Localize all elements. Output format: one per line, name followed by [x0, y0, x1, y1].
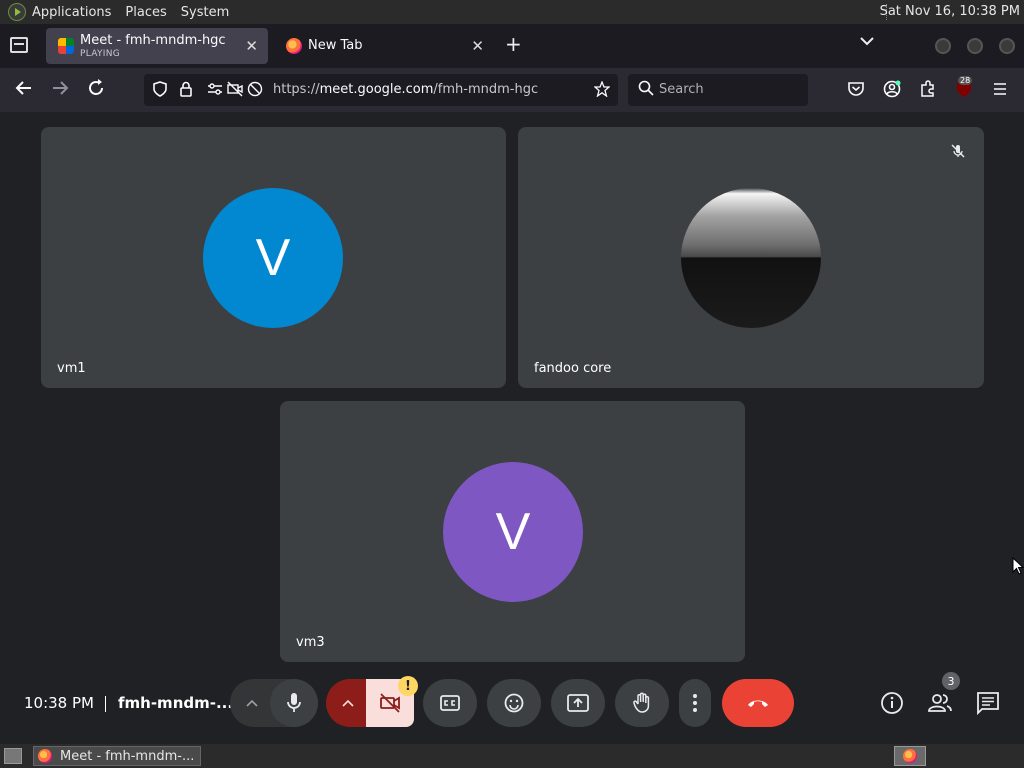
- taskbar-window-title: Meet - fmh-mndm-...: [60, 748, 195, 764]
- microphone-blocked-icon[interactable]: [247, 81, 263, 97]
- tracking-protection-shield-icon[interactable]: [152, 81, 168, 97]
- permissions-icon[interactable]: [207, 81, 223, 97]
- meeting-details-info-icon[interactable]: [879, 690, 905, 716]
- close-tab-icon[interactable]: ✕: [471, 37, 484, 55]
- hang-up-phone-icon: [748, 700, 768, 707]
- audio-control-group: [230, 679, 318, 727]
- url-host: meet.google.com: [319, 82, 434, 97]
- back-arrow-icon[interactable]: [14, 78, 34, 98]
- chat-icon[interactable]: [975, 690, 1001, 716]
- people-count-badge: 3: [942, 672, 960, 690]
- participant-tile-vm1[interactable]: V vm1: [41, 127, 506, 388]
- taskbar-window-button[interactable]: Meet - fmh-mndm-...: [33, 746, 201, 766]
- system-top-panel: Applications Places System Sat Nov 16, 1…: [0, 0, 1024, 24]
- system-menu[interactable]: System: [181, 5, 229, 20]
- microphone-icon: [287, 693, 301, 712]
- url-scheme: https://: [273, 82, 320, 97]
- new-tab-plus-icon[interactable]: +: [505, 34, 522, 54]
- microphone-button[interactable]: [270, 679, 318, 727]
- minimize-window-button[interactable]: [935, 38, 951, 54]
- places-menu[interactable]: Places: [125, 5, 166, 20]
- tab-title: New Tab: [308, 38, 363, 53]
- participant-name: fandoo core: [534, 361, 612, 376]
- audio-options-chevron-icon[interactable]: [246, 699, 258, 707]
- search-placeholder: Search: [659, 82, 704, 97]
- captions-button[interactable]: [423, 679, 477, 727]
- hamburger-menu-icon[interactable]: [991, 80, 1009, 98]
- bookmark-star-icon[interactable]: [594, 81, 610, 97]
- maximize-window-button[interactable]: [967, 38, 983, 54]
- account-icon[interactable]: [883, 80, 901, 98]
- participant-name: vm1: [57, 361, 86, 376]
- participant-name: vm3: [296, 635, 325, 650]
- panel-clock[interactable]: Sat Nov 16, 10:38 PM: [880, 4, 1020, 19]
- participant-avatar: V: [203, 188, 343, 328]
- participant-tile-fandoo-core[interactable]: fandoo core: [518, 127, 984, 388]
- participant-tile-vm3[interactable]: V vm3: [280, 401, 745, 662]
- reactions-button[interactable]: [487, 679, 541, 727]
- present-screen-icon: [567, 694, 589, 712]
- search-icon: [638, 80, 654, 96]
- people-icon[interactable]: [927, 690, 953, 716]
- url-text[interactable]: https://meet.google.com/fmh-mndm-hgc: [273, 82, 538, 97]
- more-options-button[interactable]: [679, 679, 711, 727]
- meeting-info-separator: [105, 696, 106, 712]
- tab-new-tab[interactable]: New Tab ✕: [274, 28, 494, 64]
- browser-tab-strip: Meet - fmh-mndm-hgc PLAYING ✕ New Tab ✕ …: [0, 24, 1024, 68]
- camera-warning-badge[interactable]: !: [398, 676, 418, 696]
- meeting-code[interactable]: fmh-mndm-...: [118, 694, 233, 712]
- reload-icon[interactable]: [86, 78, 106, 98]
- close-tab-icon[interactable]: ✕: [245, 37, 258, 55]
- distro-logo-icon[interactable]: [8, 3, 26, 21]
- meeting-clock: 10:38 PM: [24, 694, 94, 712]
- workspace-switcher[interactable]: [894, 746, 926, 766]
- tab-meet[interactable]: Meet - fmh-mndm-hgc PLAYING ✕: [46, 28, 268, 64]
- leave-call-button[interactable]: [722, 679, 794, 727]
- firefox-icon: [903, 749, 917, 763]
- tab-title: Meet - fmh-mndm-hgc: [80, 33, 226, 48]
- extensions-puzzle-icon[interactable]: [919, 80, 937, 98]
- camera-off-icon: [380, 693, 400, 713]
- browser-nav-bar: https://meet.google.com/fmh-mndm-hgc Sea…: [0, 68, 1024, 112]
- firefox-view-icon[interactable]: [10, 37, 28, 53]
- forward-arrow-icon[interactable]: [50, 78, 70, 98]
- participant-avatar: V: [443, 462, 583, 602]
- pocket-icon[interactable]: [847, 80, 865, 98]
- search-bar[interactable]: Search: [628, 74, 808, 106]
- muted-microphone-icon: [951, 144, 965, 158]
- closed-captions-icon: [440, 695, 460, 711]
- extension-badge-count: 28: [958, 76, 973, 85]
- list-all-tabs-chevron-icon[interactable]: [860, 36, 874, 46]
- camera-blocked-icon[interactable]: [227, 81, 243, 97]
- present-screen-button[interactable]: [551, 679, 605, 727]
- more-vertical-icon: [693, 694, 697, 712]
- raise-hand-button[interactable]: [615, 679, 669, 727]
- google-meet-icon: [58, 38, 74, 54]
- participant-photo-avatar: [681, 188, 821, 328]
- video-options-chevron-icon: [342, 699, 354, 707]
- lock-icon[interactable]: [179, 81, 193, 97]
- url-path: /fmh-mndm-hgc: [433, 82, 539, 97]
- bottom-taskbar: Meet - fmh-mndm-...: [0, 744, 1024, 768]
- applications-menu[interactable]: Applications: [32, 5, 111, 20]
- tab-playing-label: PLAYING: [80, 49, 121, 59]
- meet-call-view: V vm1 fandoo core V vm3 10:38 PM fmh-mnd…: [0, 112, 1024, 744]
- address-bar[interactable]: https://meet.google.com/fmh-mndm-hgc: [144, 74, 618, 106]
- show-desktop-icon[interactable]: [4, 748, 22, 764]
- emoji-icon: [504, 693, 524, 713]
- firefox-icon: [38, 749, 52, 763]
- firefox-icon: [286, 38, 302, 54]
- raise-hand-icon: [633, 692, 650, 713]
- close-window-button[interactable]: [999, 38, 1015, 54]
- mouse-pointer-icon: [1012, 557, 1024, 575]
- video-options-button[interactable]: [326, 679, 370, 727]
